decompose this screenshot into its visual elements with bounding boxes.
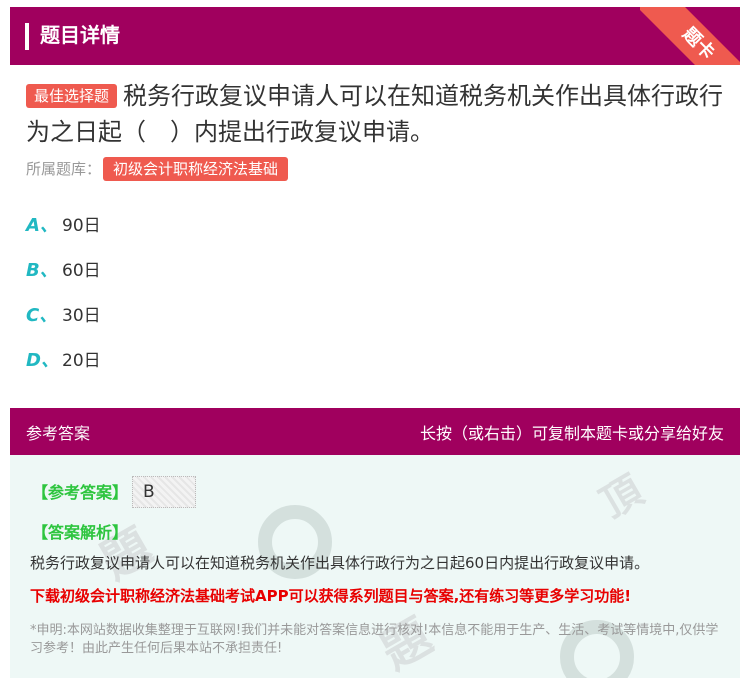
question-text: 税务行政复议申请人可以在知道税务机关作出具体行政行为之日起（ ）内提出行政复议申… — [26, 82, 724, 146]
option-a[interactable]: A、 90日 — [26, 213, 101, 239]
analysis-label: 【答案解析】 — [32, 523, 129, 542]
option-letter: D、 — [26, 350, 59, 371]
option-letter: C、 — [26, 305, 58, 326]
source-tag[interactable]: 初级会计职称经济法基础 — [103, 157, 289, 181]
option-letter: B、 — [26, 260, 58, 281]
option-text: 90日 — [62, 216, 101, 236]
reference-answer-value: B — [132, 476, 196, 508]
option-text: 20日 — [62, 351, 101, 371]
watermark-glyph: 頂 — [593, 467, 651, 528]
question-type-badge: 最佳选择题 — [26, 84, 118, 108]
question-source: 所属题库： 初级会计职称经济法基础 — [26, 157, 289, 181]
title-accent-bar — [25, 23, 29, 50]
page-header: 题目详情 题卡 — [10, 7, 740, 65]
source-label: 所属题库： — [26, 160, 102, 178]
corner-ribbon: 题卡 — [640, 7, 740, 65]
answer-panel: 頂 題 題 【参考答案】 B 【答案解析】 税务行政复议申请人可以在知道税务机关… — [10, 455, 740, 678]
option-text: 30日 — [62, 306, 101, 326]
analysis-text: 税务行政复议申请人可以在知道税务机关作出具体行政行为之日起60日内提出行政复议申… — [30, 554, 650, 572]
app-download-link[interactable]: 下载初级会计职称经济法基础考试APP可以获得系列题目与答案,还有练习等更多学习功… — [30, 585, 730, 607]
page-title: 题目详情 — [40, 23, 120, 47]
reference-answer-label: 【参考答案】 — [32, 483, 129, 502]
disclaimer-text: *申明:本网站数据收集整理于互联网!我们并未能对答案信息进行核对!本信息不能用于… — [30, 623, 719, 656]
share-hint: 长按（或右击）可复制本题卡或分享给好友 — [419, 424, 724, 443]
option-c[interactable]: C、 30日 — [26, 303, 101, 329]
answer-header-title: 参考答案 — [26, 424, 91, 443]
option-text: 60日 — [62, 261, 101, 281]
option-letter: A、 — [26, 215, 58, 236]
question-stem: 最佳选择题 税务行政复议申请人可以在知道税务机关作出具体行政行为之日起（ ）内提出… — [26, 78, 726, 150]
option-d[interactable]: D、 20日 — [26, 348, 101, 374]
answer-header: 参考答案 长按（或右击）可复制本题卡或分享给好友 — [10, 408, 740, 455]
option-b[interactable]: B、 60日 — [26, 258, 101, 284]
corner-badge: 题卡 — [640, 7, 740, 65]
